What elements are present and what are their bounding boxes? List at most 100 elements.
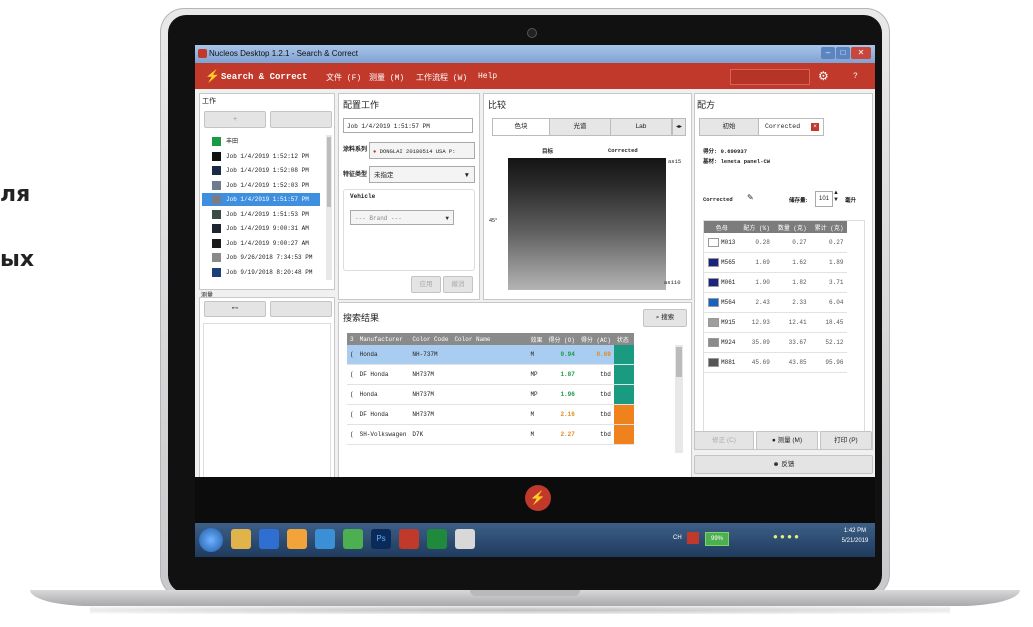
- recipe-column-header[interactable]: 数量 (克): [773, 221, 811, 233]
- job-item[interactable]: Job 1/4/2019 1:52:03 PM: [202, 179, 320, 192]
- language-indicator[interactable]: CH: [673, 535, 682, 541]
- tab-lab[interactable]: Lab: [610, 118, 672, 136]
- recipe-column-header[interactable]: 配方 (%): [739, 221, 774, 233]
- color-swatch-preview: [508, 158, 666, 290]
- fix-button[interactable]: 修正 (C): [694, 431, 754, 450]
- app-icon-2[interactable]: [315, 529, 335, 549]
- results-column-header[interactable]: 得分 (AC): [577, 333, 614, 345]
- job-name-input[interactable]: Job 1/4/2019 1:51:57 PM: [343, 118, 473, 133]
- clock-time[interactable]: 1:42 PM: [835, 528, 875, 534]
- job-item[interactable]: Job 1/4/2019 1:52:08 PM: [202, 164, 320, 177]
- recipe-row[interactable]: M924 35.09 33.67 52.12: [704, 332, 848, 353]
- volume-input[interactable]: 101: [815, 191, 833, 207]
- job-name: Job 1/4/2019 1:51:57 PM: [226, 196, 309, 203]
- results-column-header[interactable]: Manufacturer: [356, 333, 410, 345]
- results-column-header[interactable]: Color Code: [409, 333, 452, 345]
- tray-sogou-icon[interactable]: [687, 532, 699, 544]
- variant-select[interactable]: 未指定 ▼: [369, 166, 475, 183]
- battery-indicator[interactable]: 99%: [705, 532, 729, 546]
- results-table: 3 Manufacturer Color Code Color Name 效果 得分 (O…: [347, 333, 634, 445]
- results-column-header[interactable]: 效果: [527, 333, 546, 345]
- tab-scroll-icon[interactable]: ◂▸: [672, 118, 686, 136]
- feedback-button[interactable]: ☻ 反馈: [694, 455, 873, 474]
- results-row[interactable]: (DF Honda NH737M M 2.16 tbd: [347, 404, 634, 425]
- results-cell: [451, 404, 528, 425]
- results-column-header[interactable]: Color Name: [451, 333, 528, 345]
- results-row[interactable]: (Honda NH-737M M 0.94 0.69: [347, 345, 634, 365]
- add-job-button[interactable]: +: [204, 111, 266, 128]
- job-item[interactable]: Job 1/4/2019 1:52:12 PM: [202, 150, 320, 163]
- photoshop-icon[interactable]: Ps: [371, 529, 391, 549]
- recipe-column-header[interactable]: 色母: [704, 221, 740, 233]
- print-button[interactable]: 打印 (P): [820, 431, 872, 450]
- user-dropdown[interactable]: [730, 69, 810, 85]
- job-list-scrollbar[interactable]: [326, 135, 332, 280]
- recipe-row[interactable]: M565 1.69 1.62 1.89: [704, 252, 848, 273]
- recipe-row[interactable]: M564 2.43 2.33 6.04: [704, 292, 848, 313]
- recipe-row[interactable]: M061 1.90 1.82 3.71: [704, 272, 848, 293]
- menu-file[interactable]: 文件 (F): [326, 72, 361, 83]
- recipe-row[interactable]: M915 12.93 12.41 18.45: [704, 312, 848, 333]
- app-icon-1[interactable]: [287, 529, 307, 549]
- tab-swatch[interactable]: 色块: [492, 118, 550, 136]
- volume-stepper-icon[interactable]: ▲ ▼: [833, 190, 839, 204]
- delete-job-button[interactable]: [270, 111, 332, 128]
- job-color-swatch: [212, 238, 221, 248]
- recipe-row[interactable]: M881 45.69 43.85 95.96: [704, 352, 848, 373]
- side-text-1: ля: [0, 182, 31, 207]
- results-cell: (: [347, 424, 357, 445]
- close-tab-icon[interactable]: ×: [811, 123, 819, 131]
- recipe-cell: 52.12: [810, 332, 848, 353]
- job-color-swatch: [212, 209, 221, 219]
- results-column-header[interactable]: 3: [347, 333, 357, 345]
- menu-measure[interactable]: 测量 (M): [369, 72, 404, 83]
- app-icon-3[interactable]: [455, 529, 475, 549]
- job-item[interactable]: Job 9/19/2018 8:20:48 PM: [202, 266, 320, 279]
- recipe-column-header[interactable]: 累计 (克): [810, 221, 848, 233]
- undo-button[interactable]: 撤消: [443, 276, 473, 293]
- results-column-header[interactable]: 得分 (O): [545, 333, 578, 345]
- explorer-icon[interactable]: [231, 529, 251, 549]
- compare-panel: 比较 色块 光谱 Lab ◂▸ 目标 Corrected as15 45° as…: [483, 93, 692, 300]
- tab-corrected[interactable]: Corrected ×: [758, 118, 824, 136]
- help-icon[interactable]: ?: [853, 72, 858, 81]
- tab-spectrum[interactable]: 光谱: [549, 118, 611, 136]
- results-row[interactable]: (DF Honda NH737M MP 1.87 tbd: [347, 364, 634, 385]
- brand-select[interactable]: --- Brand --- ▼: [350, 210, 454, 225]
- nucleos-icon[interactable]: [399, 529, 419, 549]
- tray-icons[interactable]: ● ● ● ●: [773, 532, 799, 541]
- ie-icon[interactable]: [259, 529, 279, 549]
- excel-icon[interactable]: [427, 529, 447, 549]
- series-select[interactable]: ● DONGLAI 20180514 USA P:: [369, 142, 475, 159]
- job-item[interactable]: Job 1/4/2019 9:00:31 AM: [202, 222, 320, 235]
- job-item[interactable]: Job 1/4/2019 9:00:27 AM: [202, 237, 320, 250]
- tab-initial[interactable]: 初始: [699, 118, 759, 136]
- start-button-icon[interactable]: [199, 528, 223, 552]
- colorant-swatch: [708, 238, 719, 247]
- minimize-button[interactable]: –: [821, 47, 835, 59]
- measure-delete-button[interactable]: [270, 301, 332, 317]
- job-item[interactable]: Job 9/26/2018 7:34:53 PM: [202, 251, 320, 264]
- measure-device-button[interactable]: ⊷: [204, 301, 266, 317]
- chrome-icon[interactable]: [343, 529, 363, 549]
- search-button[interactable]: ⌕ 搜索: [643, 309, 687, 327]
- menu-help[interactable]: Help: [478, 72, 497, 81]
- recipe-row[interactable]: M013 0.28 0.27 0.27: [704, 233, 848, 253]
- search-button-label: 搜索: [661, 314, 675, 321]
- results-column-header[interactable]: 状态: [613, 333, 634, 345]
- settings-icon[interactable]: ⚙: [818, 69, 829, 83]
- clock-date[interactable]: 5/21/2019: [835, 538, 875, 544]
- edit-icon[interactable]: ✎: [747, 193, 754, 202]
- job-item[interactable]: Job 1/4/2019 1:51:53 PM: [202, 208, 320, 221]
- results-row[interactable]: (Honda NH737M MP 1.96 tbd: [347, 384, 634, 405]
- apply-button[interactable]: 应用: [411, 276, 441, 293]
- measure-button[interactable]: ● 测量 (M): [756, 431, 818, 450]
- recipe-header-row: 色母 配方 (%) 数量 (克) 累计 (克): [704, 221, 848, 233]
- results-vscroll[interactable]: [675, 345, 683, 453]
- maximize-button[interactable]: □: [836, 47, 850, 59]
- job-item[interactable]: Job 1/4/2019 1:51:57 PM: [202, 193, 320, 206]
- close-button[interactable]: ✕: [851, 47, 871, 59]
- results-row[interactable]: (SH-Volkswagen D7K M 2.27 tbd: [347, 424, 634, 445]
- menu-workflow[interactable]: 工作流程 (W): [416, 72, 467, 83]
- job-item[interactable]: 丰田: [202, 135, 320, 148]
